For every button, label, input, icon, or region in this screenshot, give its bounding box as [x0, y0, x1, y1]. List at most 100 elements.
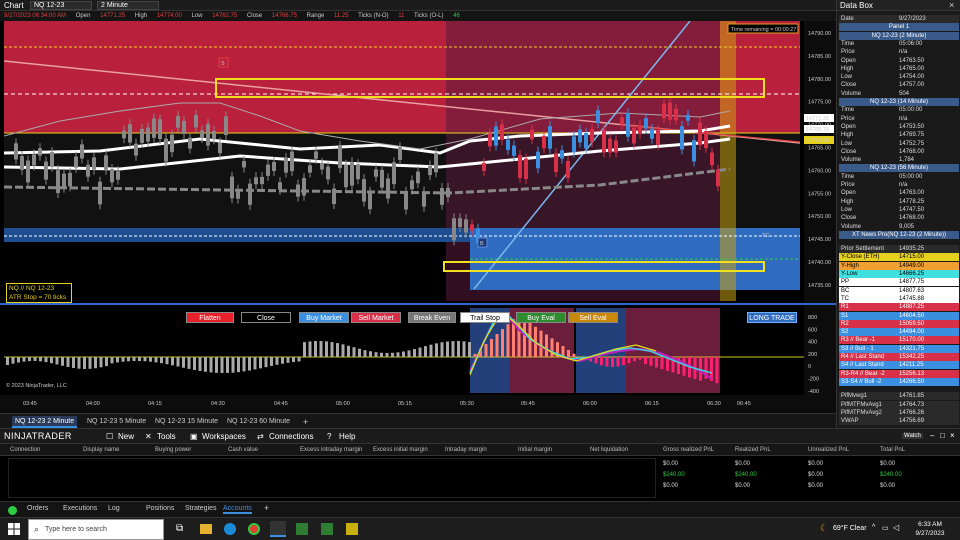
tab-strategies[interactable]: Strategies	[185, 505, 217, 512]
network-icon[interactable]: ▭	[882, 524, 889, 532]
databox-row-label: Volume	[841, 223, 862, 230]
accounts-grid[interactable]: Connection Display name Buying power Cas…	[0, 444, 960, 501]
col-realized-pnl[interactable]: Realized PnL	[735, 447, 771, 453]
trail-stop-button[interactable]: Trail Stop	[460, 312, 510, 323]
databox-level-row-value: 14494.00	[899, 329, 925, 336]
col-total-pnl[interactable]: Total PnL	[880, 447, 905, 453]
col-gross-realized-pnl[interactable]: Gross realized PnL	[663, 447, 714, 453]
search-placeholder: Type here to search	[45, 526, 107, 533]
tab-executions[interactable]: Executions	[63, 505, 97, 512]
sell-eval-button[interactable]: Sell Eval	[568, 312, 618, 323]
break-even-button[interactable]: Break Even	[408, 312, 456, 323]
col-connection[interactable]: Connection	[10, 447, 40, 453]
minimize-icon[interactable]: –	[930, 431, 934, 440]
databox-row: Close 14757.00	[839, 81, 959, 89]
databox-row: Low 14754.00	[839, 73, 959, 81]
high-value: 14774.00	[156, 13, 182, 19]
tab-nq-5-minute[interactable]: NQ 12-23 5 Minute	[84, 416, 149, 428]
databox-row-value: 14753.50	[899, 123, 925, 130]
sell-market-button[interactable]: Sell Market	[351, 312, 401, 323]
databox-row-label: Low	[841, 140, 853, 147]
histogram-bar	[446, 341, 449, 357]
close-window-icon[interactable]: ×	[950, 431, 955, 440]
file-explorer-icon[interactable]	[200, 524, 212, 534]
windows-start-icon[interactable]	[8, 523, 20, 535]
chrome-browser-icon[interactable]	[248, 523, 260, 535]
histogram-bar	[198, 357, 202, 371]
app-icon-yellow[interactable]	[346, 523, 358, 535]
col-unrealized-pnl[interactable]: Unrealized PnL	[808, 447, 849, 453]
candle-body	[662, 103, 666, 119]
col-cash-value[interactable]: Cash value	[228, 447, 258, 453]
histogram-bar	[215, 357, 218, 373]
col-excess-intraday-margin[interactable]: Excess intraday margin	[300, 447, 362, 453]
tab-positions[interactable]: Positions	[146, 505, 174, 512]
tab-accounts[interactable]: Accounts	[223, 505, 252, 514]
histogram-bar	[154, 357, 158, 363]
tab-log[interactable]: Log	[108, 505, 120, 512]
col-intraday-margin[interactable]: Intraday margin	[445, 447, 487, 453]
databox-row: Price n/a	[839, 48, 959, 56]
candle-body	[266, 164, 270, 176]
databox-level-row-label: Prior Settlement	[841, 246, 885, 253]
task-view-icon[interactable]: ⧉	[176, 523, 183, 534]
col-buying-power[interactable]: Buying power	[155, 447, 191, 453]
flatten-button[interactable]: Flatten	[186, 312, 234, 323]
buy-eval-button[interactable]: Buy Eval	[516, 312, 566, 323]
close-position-button[interactable]: Close	[241, 312, 291, 323]
candle-body	[98, 181, 102, 205]
instrument-selector[interactable]: NQ 12-23	[30, 1, 92, 10]
menu-workspaces[interactable]: Workspaces	[202, 432, 246, 441]
histogram-bar	[149, 357, 152, 362]
col-excess-initial-margin[interactable]: Excess initial margin	[373, 447, 428, 453]
chart-canvas[interactable]: S B TC Time remaining = 00:00:27 14790.0…	[0, 20, 836, 413]
candle-body	[500, 124, 504, 140]
volume-icon[interactable]: ◁	[893, 523, 899, 532]
watch-button[interactable]: Watch	[902, 433, 923, 439]
help-icon: ?	[327, 432, 332, 441]
menu-tools[interactable]: Tools	[157, 432, 176, 441]
histogram-bar	[242, 357, 246, 372]
price-chart[interactable]: S B TC Time remaining = 00:00:27 14790.0…	[0, 20, 836, 413]
col-display-name[interactable]: Display name	[83, 447, 119, 453]
weather-text[interactable]: 69°F Clear	[833, 525, 867, 532]
databox-mtf-row-label: VWAP	[841, 418, 859, 425]
databox-level-row-label: PP	[841, 279, 850, 286]
tab-nq-15-minute[interactable]: NQ 12-23 15 Minute	[152, 416, 221, 428]
candle-body	[182, 120, 186, 134]
window-title: Chart	[4, 1, 24, 10]
app-icon-green-2[interactable]	[321, 523, 333, 535]
app-icon-green-1[interactable]	[296, 523, 308, 535]
connection-status-icon	[8, 506, 17, 515]
interval-selector[interactable]: 2 Minute	[97, 1, 159, 10]
maximize-icon[interactable]: □	[940, 431, 945, 440]
candle-body	[38, 148, 42, 156]
data-box-close-icon[interactable]: ×	[949, 0, 954, 10]
taskbar-search-box[interactable]: ⌕ Type here to search	[28, 519, 164, 540]
databox-level-row: TC 14745.88	[839, 294, 959, 303]
ninjatrader-taskbar-icon[interactable]	[270, 521, 286, 537]
candle-body	[686, 114, 690, 121]
menu-help[interactable]: Help	[339, 432, 355, 441]
col-initial-margin[interactable]: Initial margin	[518, 447, 552, 453]
candle-body	[296, 184, 300, 197]
search-icon: ⌕	[34, 524, 40, 534]
open-value: 14771.25	[100, 13, 126, 19]
tray-chevron-icon[interactable]: ^	[872, 524, 875, 531]
edge-browser-icon[interactable]	[224, 523, 236, 535]
add-tab-button[interactable]: +	[300, 416, 311, 428]
tab-nq-2-minute[interactable]: NQ 12-23 2 Minute	[12, 416, 78, 428]
databox-row-value: 05:00:00	[899, 173, 923, 180]
menu-connections[interactable]: Connections	[269, 432, 313, 441]
support-zone-left	[4, 228, 470, 242]
candle-body	[356, 164, 360, 180]
tab-orders[interactable]: Orders	[27, 505, 48, 512]
system-clock[interactable]: 6:33 AM 9/27/2023	[910, 520, 950, 538]
databox-row-value: 14778.25	[899, 198, 925, 205]
candle-body	[578, 129, 582, 143]
buy-market-button[interactable]: Buy Market	[299, 312, 349, 323]
col-net-liquidation[interactable]: Net liquidation	[590, 447, 628, 453]
menu-new[interactable]: New	[118, 432, 134, 441]
add-bottom-tab-button[interactable]: +	[264, 503, 269, 513]
tab-nq-60-minute[interactable]: NQ 12-23 60 Minute	[224, 416, 293, 428]
